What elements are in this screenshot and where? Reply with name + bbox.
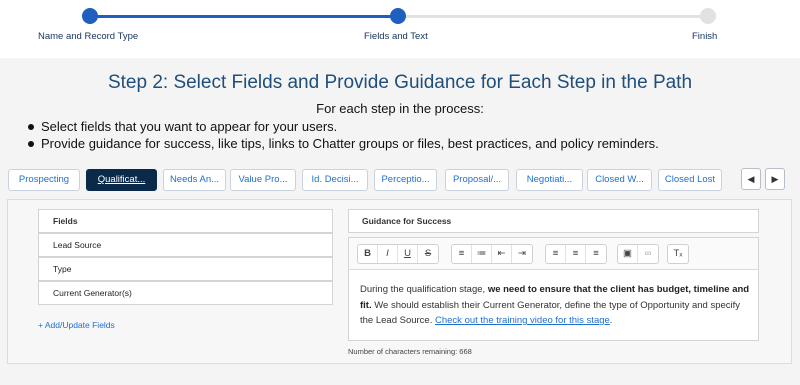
step-dot-fields-text[interactable] — [390, 8, 406, 24]
editor-toolbar: B I U S ≡ ≔ ⇤ ⇥ ≡ ≡ ≡ ▣ ∞ Tₓ — [349, 238, 758, 270]
field-item-current-generator[interactable]: Current Generator(s) — [38, 281, 333, 305]
list-group: ≡ ≔ ⇤ ⇥ — [451, 244, 533, 264]
outdent-button[interactable]: ⇤ — [492, 245, 512, 263]
step-label-finish: Finish — [692, 31, 718, 42]
tab-qualification[interactable]: Qualificat... — [86, 169, 157, 191]
step-label-name-record-type: Name and Record Type — [38, 31, 139, 42]
characters-remaining: Number of characters remaining: 668 — [348, 347, 472, 356]
step-label-fields-text: Fields and Text — [364, 31, 428, 42]
bulleted-list-icon: ≡ — [458, 248, 465, 259]
clear-format-group: Tₓ — [667, 244, 689, 264]
indent-icon: ⇥ — [518, 248, 526, 259]
tab-negotiation-review[interactable]: Negotiati... — [516, 169, 583, 191]
guidance-text-end: . — [609, 315, 613, 326]
align-center-button[interactable]: ≡ — [566, 245, 586, 263]
tab-closed-lost[interactable]: Closed Lost — [658, 169, 722, 191]
instructions-list: Select fields that you want to appear fo… — [27, 118, 659, 152]
align-right-icon: ≡ — [593, 248, 599, 259]
tabs-prev-button[interactable]: ◀ — [741, 168, 761, 190]
clear-formatting-button[interactable]: Tₓ — [668, 245, 688, 263]
insert-group: ▣ ∞ — [617, 244, 659, 264]
tab-needs-analysis[interactable]: Needs An... — [163, 169, 226, 191]
align-center-icon: ≡ — [572, 248, 579, 259]
align-left-icon: ≡ — [552, 248, 559, 259]
tab-id-decision-makers[interactable]: Id. Decisi... — [302, 169, 368, 191]
guidance-editor[interactable]: B I U S ≡ ≔ ⇤ ⇥ ≡ ≡ ≡ ▣ ∞ Tₓ During the … — [348, 237, 759, 341]
tab-proposal-price-quote[interactable]: Proposal/... — [445, 169, 509, 191]
training-video-link[interactable]: Check out the training video for this st… — [435, 315, 610, 326]
tab-value-proposition[interactable]: Value Pro... — [230, 169, 296, 191]
stepper-track-incomplete — [398, 15, 708, 18]
align-group: ≡ ≡ ≡ — [545, 244, 607, 264]
guidance-section: Guidance for Success — [348, 209, 759, 233]
fields-list: Fields Lead Source Type Current Generato… — [38, 209, 333, 305]
outdent-icon: ⇤ — [497, 248, 506, 259]
guidance-header: Guidance for Success — [348, 209, 759, 233]
tab-closed-won[interactable]: Closed W... — [587, 169, 652, 191]
numbered-list-icon: ≔ — [476, 248, 487, 259]
bold-button[interactable]: B — [358, 245, 378, 263]
fields-header: Fields — [38, 209, 333, 233]
image-icon: ▣ — [623, 248, 632, 259]
field-item-lead-source[interactable]: Lead Source — [38, 233, 333, 257]
tabs-next-button[interactable]: ▶ — [765, 168, 785, 190]
guidance-text[interactable]: During the qualification stage, we need … — [360, 282, 750, 329]
instructions-intro: For each step in the process: — [316, 101, 484, 116]
instruction-item: Provide guidance for success, like tips,… — [27, 135, 659, 152]
indent-button[interactable]: ⇥ — [512, 245, 532, 263]
tab-perception-analysis[interactable]: Perceptio... — [374, 169, 437, 191]
insert-link-button[interactable]: ∞ — [638, 245, 658, 263]
chevron-left-icon: ◀ — [747, 174, 755, 184]
numbered-list-button[interactable]: ≔ — [472, 245, 492, 263]
align-left-button[interactable]: ≡ — [546, 245, 566, 263]
align-right-button[interactable]: ≡ — [586, 245, 606, 263]
field-item-type[interactable]: Type — [38, 257, 333, 281]
guidance-text-intro: During the qualification stage, — [360, 284, 488, 295]
clear-formatting-icon: Tₓ — [673, 248, 683, 259]
add-update-fields-link[interactable]: + Add/Update Fields — [38, 320, 115, 330]
tab-prospecting[interactable]: Prospecting — [8, 169, 80, 191]
stepper-track-complete — [90, 15, 398, 18]
progress-stepper: Name and Record Type Fields and Text Fin… — [0, 0, 800, 58]
page-title: Step 2: Select Fields and Provide Guidan… — [107, 72, 693, 93]
chevron-right-icon: ▶ — [771, 174, 779, 184]
bulleted-list-button[interactable]: ≡ — [452, 245, 472, 263]
format-group: B I U S — [357, 244, 439, 264]
step-dot-finish[interactable] — [700, 8, 716, 24]
underline-button[interactable]: U — [398, 245, 418, 263]
insert-image-button[interactable]: ▣ — [618, 245, 638, 263]
strikethrough-button[interactable]: S — [418, 245, 438, 263]
step-dot-name-record-type[interactable] — [82, 8, 98, 24]
italic-button[interactable]: I — [378, 245, 398, 263]
link-icon: ∞ — [644, 248, 652, 259]
instruction-item: Select fields that you want to appear fo… — [27, 118, 659, 135]
